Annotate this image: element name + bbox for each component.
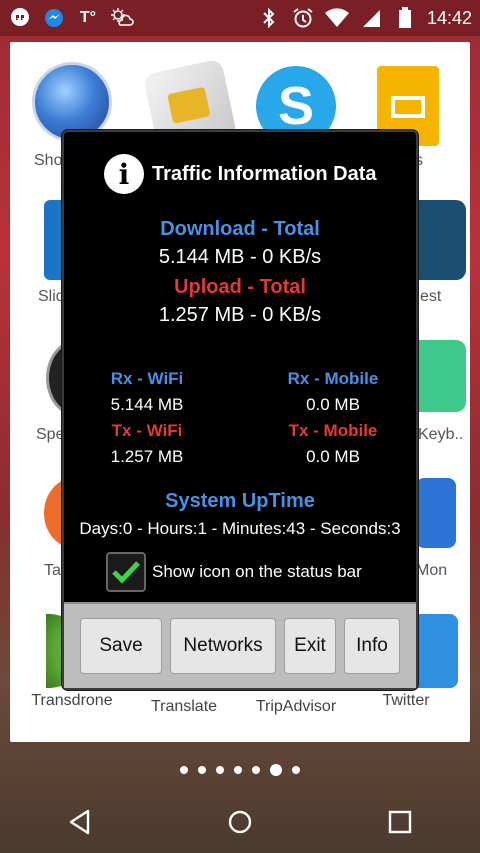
clock: 14:42 [426, 7, 472, 28]
info-icon: i [104, 154, 144, 194]
download-header: Download - Total [160, 218, 320, 240]
upload-header: Upload - Total [174, 276, 306, 298]
hangouts-icon [8, 6, 32, 30]
tx-wifi-value: 1.257 MB [110, 447, 184, 466]
tx-mobile-value: 0.0 MB [306, 447, 360, 466]
app-label-keyb: Keyb.. [418, 426, 464, 443]
app-label-transdrone: Transdrone [31, 692, 113, 709]
back-icon [69, 809, 90, 834]
rx-wifi-label: Rx - WiFi [110, 369, 184, 388]
uptime-value: Days:0 - Hours:1 - Minutes:43 - Seconds:… [79, 519, 401, 538]
show-icon-checkbox[interactable] [106, 552, 146, 592]
page-dot[interactable] [234, 766, 242, 774]
app-label-ta: Ta [44, 562, 61, 579]
app-label-slid: Slid [38, 288, 65, 305]
traffic-dialog: i Traffic Information Data Download - To… [62, 130, 418, 690]
page-dot[interactable] [180, 766, 188, 774]
checkmark-icon [112, 561, 140, 584]
dialog-title: Traffic Information Data [152, 162, 377, 185]
tx-wifi-label: Tx - WiFi [111, 421, 183, 440]
monitor-icon [416, 478, 456, 548]
navigation-bar [0, 790, 480, 853]
exit-button[interactable]: Exit [284, 618, 336, 674]
page-dot-active[interactable] [270, 764, 282, 776]
show-icon-label[interactable]: Show icon on the status bar [152, 562, 362, 582]
page-dot[interactable] [292, 766, 300, 774]
alarm-icon [291, 6, 315, 30]
networks-button[interactable]: Networks [170, 618, 276, 674]
status-bar: T° 14:42 [0, 0, 480, 36]
rx-mobile-label: Rx - Mobile [287, 369, 379, 388]
page-dot[interactable] [216, 766, 224, 774]
upload-value: 1.257 MB - 0 KB/s [158, 304, 322, 326]
bluetooth-icon [257, 6, 281, 30]
app-label-sho: Sho [34, 152, 63, 169]
app-label-mon: Mon [416, 562, 448, 579]
dialog-button-bar: Save Networks Exit Info [64, 602, 416, 688]
app-label-tripadvisor: TripAdvisor [255, 698, 337, 715]
tx-mobile-label: Tx - Mobile [288, 421, 378, 440]
page-indicator [0, 764, 480, 776]
app-label-est: est [420, 288, 442, 305]
battery-icon [393, 6, 417, 30]
rx-wifi-value: 5.144 MB [110, 395, 184, 414]
signal-icon [359, 6, 383, 30]
page-dot[interactable] [198, 766, 206, 774]
home-button[interactable] [220, 802, 260, 842]
home-icon [228, 810, 252, 833]
recents-button[interactable] [380, 802, 420, 842]
save-button[interactable]: Save [80, 618, 162, 674]
page-dot[interactable] [252, 766, 260, 774]
weather-icon [110, 6, 134, 30]
keyboard-icon [410, 340, 466, 412]
app-label-spe: Spe [36, 426, 65, 443]
info-button[interactable]: Info [344, 618, 400, 674]
app-label-translate: Translate [150, 698, 218, 715]
recents-icon [388, 810, 412, 833]
uptime-header: System UpTime [165, 490, 315, 512]
back-button[interactable] [60, 802, 100, 842]
speedtest-icon [410, 200, 466, 280]
download-value: 5.144 MB - 0 KB/s [158, 246, 322, 268]
status-bar-icon-option[interactable]: Show icon on the status bar [106, 552, 362, 592]
dialog-header: i Traffic Information Data [104, 154, 376, 194]
rx-mobile-value: 0.0 MB [306, 395, 360, 414]
messenger-icon [42, 6, 66, 30]
wifi-icon [324, 6, 349, 30]
tumblr-icon: T° [79, 9, 97, 26]
app-label-twitter: Twitter [382, 692, 430, 709]
traffic-grid: Rx - WiFi Rx - Mobile 5.144 MB 0.0 MB Tx… [64, 366, 416, 470]
